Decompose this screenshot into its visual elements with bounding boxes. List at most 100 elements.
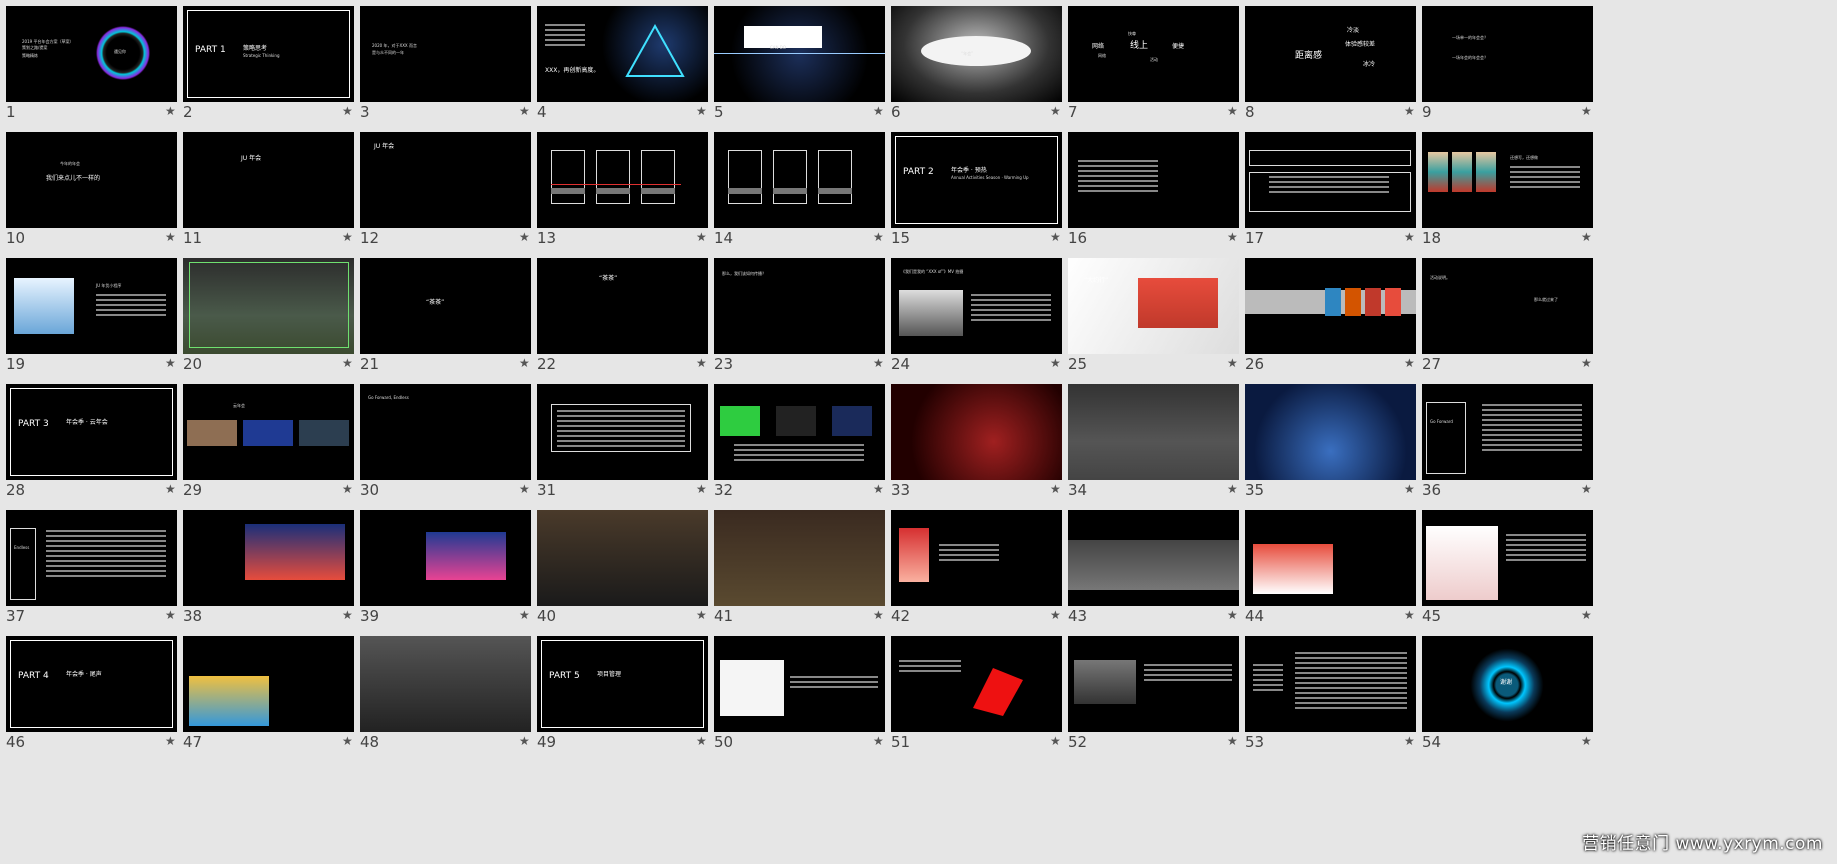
slide-thumbnail-item[interactable]: 50 ★: [709, 630, 916, 778]
star-icon[interactable]: ★: [696, 482, 707, 496]
slide-preview[interactable]: “茶茶”: [537, 258, 708, 354]
slide-preview[interactable]: [1245, 258, 1416, 354]
star-icon[interactable]: ★: [165, 230, 176, 244]
star-icon[interactable]: ★: [165, 608, 176, 622]
star-icon[interactable]: ★: [873, 104, 884, 118]
slide-preview[interactable]: XXX，再创新高度。: [537, 6, 708, 102]
star-icon[interactable]: ★: [696, 734, 707, 748]
star-icon[interactable]: ★: [1227, 356, 1238, 370]
slide-thumbnail-item[interactable]: 48 ★: [355, 630, 562, 778]
slide-preview[interactable]: [1422, 510, 1593, 606]
star-icon[interactable]: ★: [342, 356, 353, 370]
slide-preview[interactable]: [1068, 510, 1239, 606]
star-icon[interactable]: ★: [519, 734, 530, 748]
star-icon[interactable]: ★: [1050, 482, 1061, 496]
star-icon[interactable]: ★: [1581, 608, 1592, 622]
slide-preview[interactable]: 一场单一的年会会？ 一场年会的年会会？: [1422, 6, 1593, 102]
slide-preview[interactable]: [891, 636, 1062, 732]
slide-preview[interactable]: CAN DO: [714, 6, 885, 102]
slide-preview[interactable]: JU 年会: [360, 132, 531, 228]
star-icon[interactable]: ★: [342, 104, 353, 118]
star-icon[interactable]: ★: [1581, 356, 1592, 370]
star-icon[interactable]: ★: [1050, 734, 1061, 748]
slide-preview[interactable]: [1245, 132, 1416, 228]
star-icon[interactable]: ★: [342, 608, 353, 622]
star-icon[interactable]: ★: [1227, 482, 1238, 496]
slide-preview[interactable]: [714, 510, 885, 606]
slide-preview[interactable]: JU 年会: [183, 132, 354, 228]
slide-preview[interactable]: [360, 510, 531, 606]
star-icon[interactable]: ★: [1050, 230, 1061, 244]
star-icon[interactable]: ★: [342, 482, 353, 496]
slide-preview[interactable]: 那么，我们该如何传播？: [714, 258, 885, 354]
star-icon[interactable]: ★: [519, 482, 530, 496]
star-icon[interactable]: ★: [519, 608, 530, 622]
slide-thumbnail-item[interactable]: PART 5 项目管理 49 ★: [532, 630, 739, 778]
slide-preview[interactable]: [1068, 384, 1239, 480]
slide-preview[interactable]: [183, 636, 354, 732]
star-icon[interactable]: ★: [1227, 608, 1238, 622]
star-icon[interactable]: ★: [1050, 356, 1061, 370]
slide-thumbnail-item[interactable]: PART 4 年会季 · 尾声 46 ★: [1, 630, 208, 778]
slide-thumbnail-item[interactable]: 52 ★: [1063, 630, 1270, 778]
star-icon[interactable]: ★: [1404, 104, 1415, 118]
star-icon[interactable]: ★: [1227, 734, 1238, 748]
slide-preview[interactable]: [1245, 384, 1416, 480]
star-icon[interactable]: ★: [1050, 608, 1061, 622]
star-icon[interactable]: ★: [1581, 482, 1592, 496]
slide-thumbnail-item[interactable]: 51 ★: [886, 630, 1093, 778]
slide-preview[interactable]: 云年会: [183, 384, 354, 480]
star-icon[interactable]: ★: [1404, 230, 1415, 244]
slide-preview[interactable]: 今年的年会 我们来点儿不一样的: [6, 132, 177, 228]
slide-preview[interactable]: 《我们是我的 “XXX of”》MV 拍摄: [891, 258, 1062, 354]
slide-preview[interactable]: [360, 636, 531, 732]
star-icon[interactable]: ★: [1227, 104, 1238, 118]
star-icon[interactable]: ★: [165, 356, 176, 370]
slide-thumbnail-item[interactable]: 47 ★: [178, 630, 385, 778]
slide-preview[interactable]: [1068, 636, 1239, 732]
star-icon[interactable]: ★: [342, 230, 353, 244]
slide-preview[interactable]: [714, 384, 885, 480]
slide-preview[interactable]: “大约行”: [1068, 258, 1239, 354]
slide-preview[interactable]: PART 2 年会季 · 预热 Annual Activities Season ·…: [891, 132, 1062, 228]
star-icon[interactable]: ★: [1227, 230, 1238, 244]
slide-preview[interactable]: 活动说明。 那么就过来了: [1422, 258, 1593, 354]
slide-preview[interactable]: PART 4 年会季 · 尾声: [6, 636, 177, 732]
star-icon[interactable]: ★: [519, 104, 530, 118]
star-icon[interactable]: ★: [519, 356, 530, 370]
star-icon[interactable]: ★: [1581, 230, 1592, 244]
star-icon[interactable]: ★: [1404, 734, 1415, 748]
slide-preview[interactable]: PART 3 年会季 · 云年会: [6, 384, 177, 480]
star-icon[interactable]: ★: [519, 230, 530, 244]
star-icon[interactable]: ★: [873, 482, 884, 496]
slide-thumbnail-item[interactable]: 53 ★: [1240, 630, 1447, 778]
slide-preview[interactable]: 2019 平台年会方案（草案） 策划之路/提案 策略精炼 遇见你: [6, 6, 177, 102]
star-icon[interactable]: ★: [342, 734, 353, 748]
slide-preview[interactable]: [537, 132, 708, 228]
slide-preview[interactable]: [1245, 636, 1416, 732]
slide-preview[interactable]: 线上 快尊 便捷 网络 网络 活动: [1068, 6, 1239, 102]
slide-preview[interactable]: 2020 年，对于XXX 而言 是与众不同的一年: [360, 6, 531, 102]
slide-preview[interactable]: Go Forward: [1422, 384, 1593, 480]
slide-preview[interactable]: [1245, 510, 1416, 606]
star-icon[interactable]: ★: [873, 734, 884, 748]
star-icon[interactable]: ★: [696, 104, 707, 118]
star-icon[interactable]: ★: [165, 734, 176, 748]
slide-preview[interactable]: [714, 636, 885, 732]
slide-preview[interactable]: 冷淡 距离感 体验感较差 冰冷: [1245, 6, 1416, 102]
slide-preview[interactable]: [714, 132, 885, 228]
slide-preview[interactable]: JU 年货小程序: [6, 258, 177, 354]
slide-preview[interactable]: [891, 510, 1062, 606]
slide-preview[interactable]: [183, 510, 354, 606]
slide-preview[interactable]: 还想写，还想做: [1422, 132, 1593, 228]
star-icon[interactable]: ★: [696, 608, 707, 622]
star-icon[interactable]: ★: [1050, 104, 1061, 118]
star-icon[interactable]: ★: [165, 104, 176, 118]
star-icon[interactable]: ★: [1404, 482, 1415, 496]
slide-preview[interactable]: PART 5 项目管理: [537, 636, 708, 732]
star-icon[interactable]: ★: [873, 230, 884, 244]
star-icon[interactable]: ★: [1581, 104, 1592, 118]
star-icon[interactable]: ★: [1581, 734, 1592, 748]
star-icon[interactable]: ★: [1404, 608, 1415, 622]
star-icon[interactable]: ★: [873, 608, 884, 622]
